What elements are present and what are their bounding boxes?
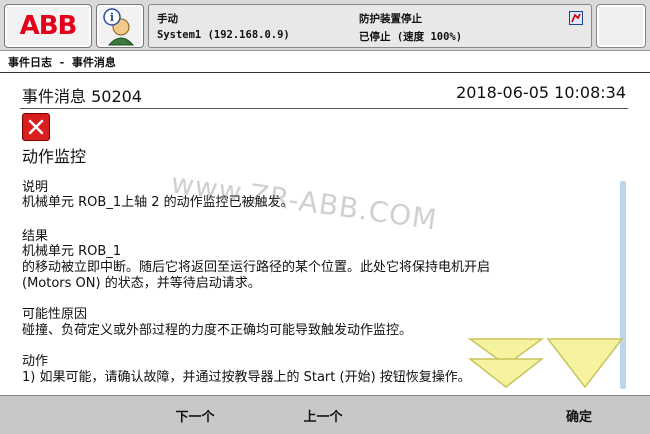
svg-text:i: i [110,11,114,24]
section-line: (Motors ON) 的状态，并等待启动请求。 [22,276,261,291]
event-title: 事件消息 50204 [22,87,142,106]
watermark: www.ZR-ABB.COM [169,166,440,237]
section-line: 机械单元 ROB_1 [22,244,122,259]
previous-button[interactable]: 上一个 [278,402,368,428]
breadcrumb-text: 事件日志 - 事件消息 [8,56,116,69]
breadcrumb: 事件日志 - 事件消息 [0,51,650,73]
system-name: System1 (192.168.0.9) [157,29,290,41]
event-datetime: 2018-06-05 10:08:34 [456,83,626,102]
section-heading-causes: 可能性原因 [22,307,88,322]
abb-menu-button[interactable]: ABB [4,4,92,48]
event-subject: 动作监控 [22,147,87,166]
top-status-bar: ABB i 手动 System1 (192.168.0.9) 防护装置停止 已停… [0,0,650,51]
section-heading-description: 说明 [22,180,49,195]
section-heading-actions: 动作 [22,354,49,369]
scroll-down-arrows-icon [467,338,624,389]
section-line: 碰撞、负荷定义或外部过程的力度不正确均可能导致触发动作监控。 [22,323,413,338]
operation-mode: 手动 [157,13,178,25]
section-heading-consequence: 结果 [22,229,49,244]
run-state: 已停止 (速度 100%) [359,31,463,43]
close-window-button[interactable] [596,4,646,48]
abb-logo: ABB [19,11,78,41]
title-divider [20,108,628,109]
operator-info-button[interactable]: i [96,4,144,48]
next-button[interactable]: 下一个 [150,402,240,428]
operator-info-icon: i [103,8,135,46]
event-message-view: 事件消息 50204 2018-06-05 10:08:34 动作监控 说明 机… [0,73,650,395]
bottom-button-bar: 下一个 上一个 确定 [0,395,650,434]
robot-task-icon [569,11,583,25]
guard-status: 防护装置停止 [359,13,422,25]
status-panel[interactable]: 手动 System1 (192.168.0.9) 防护装置停止 已停止 (速度 … [148,4,592,48]
section-line: 1) 如果可能，请确认故障，并通过按教导器上的 Start (开始) 按钮恢复操… [22,370,471,385]
abb-logo-text: ABB [19,11,78,41]
section-line: 的移动被立即中断。随后它将返回至运行路径的某个位置。此处它将保持电机开启 [22,260,491,275]
error-icon [22,113,50,141]
ok-button[interactable]: 确定 [534,402,624,428]
